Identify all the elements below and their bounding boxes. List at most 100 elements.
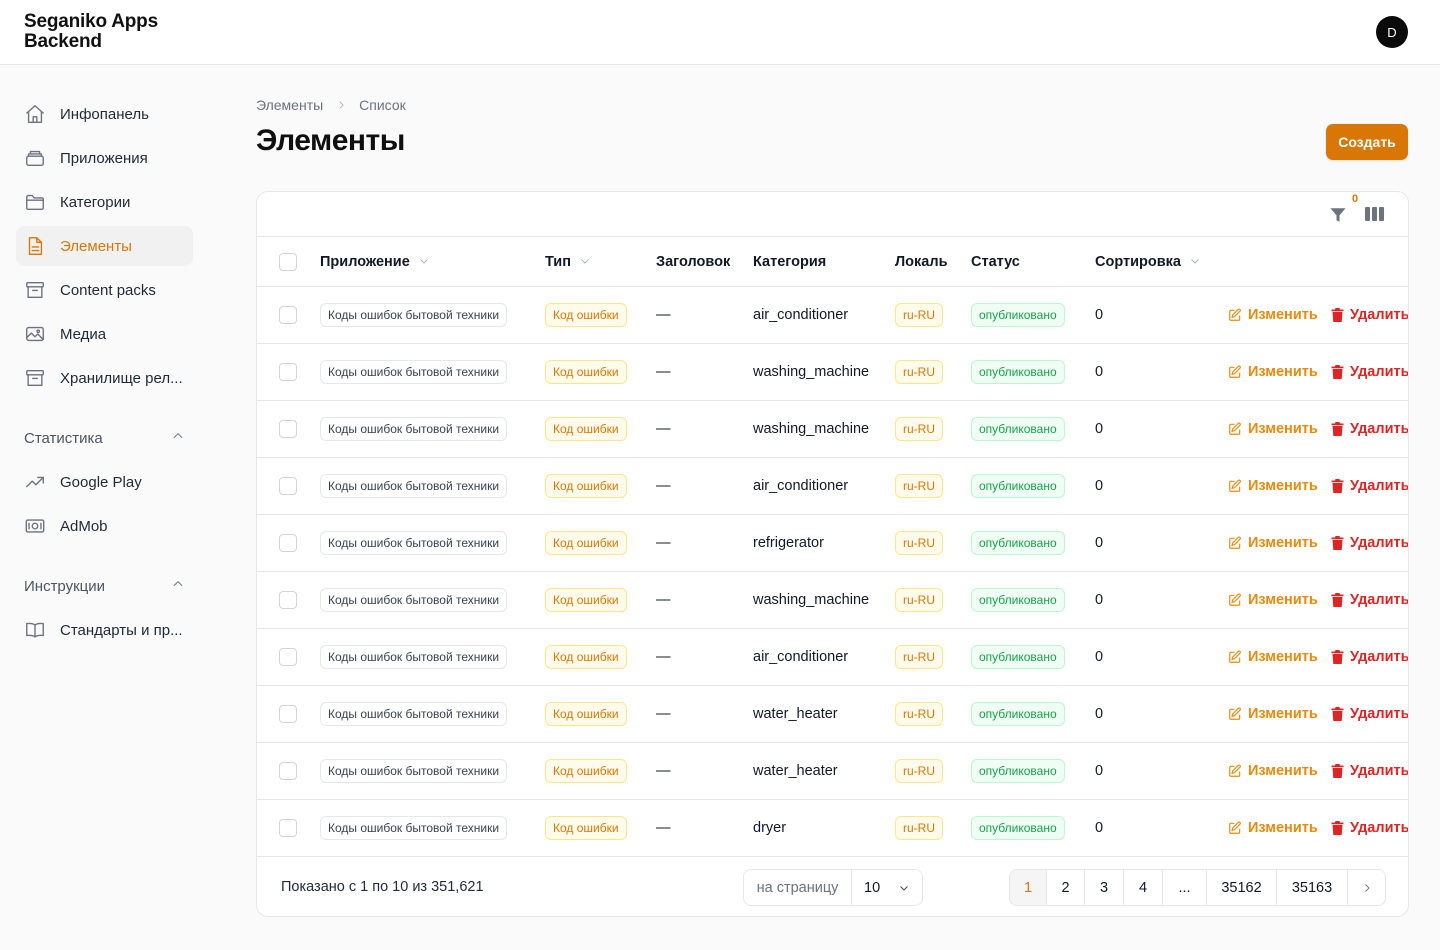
edit-button[interactable]: Изменить <box>1228 686 1318 742</box>
edit-link[interactable]: Изменить <box>1228 763 1318 779</box>
pagination-page-4[interactable]: 4 <box>1124 870 1163 905</box>
delete-button[interactable]: Удалить <box>1331 515 1408 571</box>
sidebar-item-label: AdMob <box>60 517 108 535</box>
row-checkbox[interactable] <box>279 819 297 837</box>
row-checkbox[interactable] <box>279 534 297 552</box>
pagination-page-1[interactable]: 1 <box>1010 870 1047 905</box>
edit-button[interactable]: Изменить <box>1228 629 1318 685</box>
column-header-locale: Локаль <box>895 237 947 287</box>
filter-icon[interactable] <box>1329 206 1347 224</box>
row-checkbox[interactable] <box>279 363 297 381</box>
pagination-page-35162[interactable]: 35162 <box>1207 870 1277 905</box>
edit-button[interactable]: Изменить <box>1228 344 1318 400</box>
delete-link[interactable]: Удалить <box>1331 535 1408 551</box>
edit-button[interactable]: Изменить <box>1228 458 1318 514</box>
pagination-page-35163[interactable]: 35163 <box>1277 870 1348 905</box>
edit-button[interactable]: Изменить <box>1228 572 1318 628</box>
create-button[interactable]: Создать <box>1326 124 1408 160</box>
edit-link[interactable]: Изменить <box>1228 706 1318 722</box>
sidebar-item-content-packs[interactable]: Content packs <box>16 270 193 310</box>
select-all-checkbox[interactable] <box>279 253 297 271</box>
row-checkbox[interactable] <box>279 705 297 723</box>
edit-button[interactable]: Изменить <box>1228 401 1318 457</box>
sidebar-item-label: Категории <box>60 193 131 211</box>
delete-button[interactable]: Удалить <box>1331 800 1408 856</box>
sidebar-group-instructions[interactable]: Инструкции <box>16 566 193 606</box>
delete-label: Удалить <box>1350 763 1409 779</box>
cell-app: Коды ошибок бытовой техники <box>320 401 508 457</box>
delete-link[interactable]: Удалить <box>1331 763 1409 779</box>
edit-link[interactable]: Изменить <box>1228 592 1318 608</box>
pagination-page-2[interactable]: 2 <box>1047 870 1085 905</box>
delete-link[interactable]: Удалить <box>1331 706 1408 722</box>
delete-link[interactable]: Удалить <box>1331 421 1408 437</box>
delete-button[interactable]: Удалить <box>1331 287 1408 343</box>
sidebar-item-storage[interactable]: Хранилище рел... <box>16 358 193 398</box>
breadcrumb-link-elements[interactable]: Элементы <box>256 97 323 113</box>
delete-link[interactable]: Удалить <box>1331 649 1408 665</box>
edit-link[interactable]: Изменить <box>1228 535 1318 551</box>
column-header-title: Заголовок <box>656 237 730 287</box>
trash-icon <box>1331 821 1350 835</box>
edit-button[interactable]: Изменить <box>1228 515 1318 571</box>
columns-icon[interactable] <box>1365 206 1384 222</box>
cell-locale: ru-RU <box>895 401 943 457</box>
edit-link[interactable]: Изменить <box>1228 820 1318 836</box>
cell-locale: ru-RU <box>895 344 943 400</box>
sidebar-item-standards[interactable]: Стандарты и пр... <box>16 610 193 650</box>
app-brand[interactable]: Seganiko Apps Backend <box>24 12 158 52</box>
edit-link[interactable]: Изменить <box>1228 307 1318 323</box>
delete-link[interactable]: Удалить <box>1331 592 1408 608</box>
edit-button[interactable]: Изменить <box>1228 800 1318 856</box>
edit-button[interactable]: Изменить <box>1228 743 1318 799</box>
chevron-right-icon <box>336 100 346 110</box>
per-page-select[interactable]: на страницу 10 <box>743 869 923 906</box>
delete-button[interactable]: Удалить <box>1331 572 1408 628</box>
row-checkbox[interactable] <box>279 648 297 666</box>
column-header-type[interactable]: Тип <box>545 237 591 287</box>
column-header-app[interactable]: Приложение <box>320 237 430 287</box>
delete-link[interactable]: Удалить <box>1331 364 1408 380</box>
delete-button[interactable]: Удалить <box>1331 743 1409 799</box>
sidebar-item-admob[interactable]: AdMob <box>16 506 193 546</box>
app-badge: Коды ошибок бытовой техники <box>320 816 508 840</box>
row-checkbox[interactable] <box>279 420 297 438</box>
sidebar-item-google-play[interactable]: Google Play <box>16 462 193 502</box>
delete-link[interactable]: Удалить <box>1331 820 1408 836</box>
per-page-value-dropdown[interactable]: 10 <box>852 880 922 896</box>
delete-link[interactable]: Удалить <box>1331 478 1408 494</box>
delete-button[interactable]: Удалить <box>1331 401 1408 457</box>
cell-sort: 0 <box>1095 592 1104 608</box>
row-checkbox[interactable] <box>279 306 297 324</box>
delete-button[interactable]: Удалить <box>1331 344 1408 400</box>
sidebar-item-media[interactable]: Медиа <box>16 314 193 354</box>
delete-button[interactable]: Удалить <box>1331 629 1408 685</box>
sidebar-item-dashboard[interactable]: Инфопанель <box>16 94 193 134</box>
edit-button[interactable]: Изменить <box>1228 287 1318 343</box>
edit-link[interactable]: Изменить <box>1228 364 1318 380</box>
pagination-next-button[interactable] <box>1348 870 1385 905</box>
row-checkbox[interactable] <box>279 762 297 780</box>
home-icon <box>24 103 46 125</box>
cell-sort: 0 <box>1095 364 1104 380</box>
sidebar-item-apps[interactable]: Приложения <box>16 138 193 178</box>
sidebar-item-categories[interactable]: Категории <box>16 182 193 222</box>
cell-status: опубликовано <box>971 629 1065 685</box>
delete-button[interactable]: Удалить <box>1331 458 1408 514</box>
pagination-page-3[interactable]: 3 <box>1085 870 1124 905</box>
row-checkbox[interactable] <box>279 477 297 495</box>
edit-link[interactable]: Изменить <box>1228 649 1318 665</box>
type-badge: Код ошибки <box>545 702 627 726</box>
table-row: Коды ошибок бытовой техники Код ошибки — wa… <box>257 401 1408 458</box>
user-avatar[interactable]: D <box>1376 16 1408 48</box>
edit-link[interactable]: Изменить <box>1228 478 1318 494</box>
sidebar-group-statistics[interactable]: Статистика <box>16 418 193 458</box>
delete-link[interactable]: Удалить <box>1331 307 1408 323</box>
status-badge: опубликовано <box>971 759 1065 783</box>
column-header-sort[interactable]: Сортировка <box>1095 237 1201 287</box>
edit-link[interactable]: Изменить <box>1228 421 1318 437</box>
row-checkbox[interactable] <box>279 591 297 609</box>
delete-button[interactable]: Удалить <box>1331 686 1408 742</box>
sidebar-item-elements[interactable]: Элементы <box>16 226 193 266</box>
column-header-label: Приложение <box>320 254 410 270</box>
